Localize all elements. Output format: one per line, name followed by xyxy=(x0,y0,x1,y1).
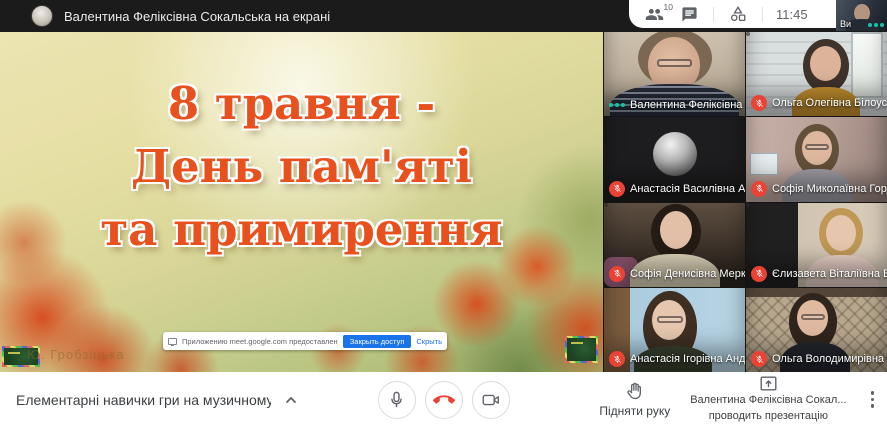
activities-icon xyxy=(729,5,747,23)
clock: 11:45 xyxy=(776,7,808,22)
presenting-caption: проводить презентацію xyxy=(709,410,828,423)
pill-divider xyxy=(762,7,763,22)
participant-badge: Анастасія Василівна Ан... xyxy=(609,181,745,197)
participant-tile[interactable]: Софія Миколаївна Горді... xyxy=(746,117,887,201)
mic-muted-icon xyxy=(613,355,622,364)
presenter-banner: Валентина Феліксівна Сокальська на екран… xyxy=(64,9,330,24)
slide-title: 8 травня - День пам'яті та примирення xyxy=(0,72,603,261)
video-thumbnail xyxy=(565,336,598,363)
mic-muted-icon xyxy=(755,184,764,193)
mic-muted-icon xyxy=(613,184,622,193)
end-call-icon xyxy=(433,389,455,411)
raise-hand-button[interactable]: Підняти руку xyxy=(599,381,670,418)
activities-button[interactable] xyxy=(727,3,749,25)
slide-title-line: та примирення xyxy=(0,198,603,261)
right-controls: Підняти руку Валентина Феліксівна Сокал.… xyxy=(599,372,878,427)
participant-tile[interactable]: Софія Денисівна Мерку... xyxy=(604,203,745,287)
participant-badge: Софія Миколаївна Горді... xyxy=(751,181,887,197)
meeting-title: Елементарні навички гри на музичному інс… xyxy=(16,392,271,408)
stop-sharing-button[interactable]: Закрыть доступ xyxy=(343,335,412,348)
meet-window: Валентина Феліксівна Сокальська на екран… xyxy=(0,0,887,427)
pill-divider xyxy=(713,7,714,22)
mic-icon xyxy=(387,390,406,409)
participant-tile[interactable]: Валентина Феліксівна С... xyxy=(604,32,745,116)
participant-tile[interactable]: Ольга Олегівна Білоус xyxy=(746,32,887,116)
more-options-button[interactable] xyxy=(867,387,879,412)
mic-toggle-button[interactable] xyxy=(378,381,416,419)
meeting-details-button[interactable]: Елементарні навички гри на музичному інс… xyxy=(16,372,297,427)
participant-tile[interactable]: Анастасія Василівна Ан... xyxy=(604,117,745,201)
call-controls xyxy=(378,381,510,419)
participant-name: Анастасія Ігорівна Андр... xyxy=(630,353,745,365)
mic-muted-icon xyxy=(755,269,764,278)
participant-tile[interactable]: Ольга Володимирівна Н... xyxy=(746,288,887,372)
participant-badge: Ольга Володимирівна Н... xyxy=(751,351,887,367)
slide-title-line: День пам'яті xyxy=(0,135,603,198)
speaking-indicator-icon xyxy=(868,23,884,27)
more-vert-icon xyxy=(871,391,875,395)
self-label: Ви xyxy=(840,19,851,29)
participant-badge: Валентина Феліксівна С... xyxy=(609,99,745,111)
presenting-status-button[interactable]: Валентина Феліксівна Сокал... проводить … xyxy=(690,376,846,423)
camera-toggle-button[interactable] xyxy=(472,381,510,419)
speaking-indicator-icon xyxy=(609,103,625,107)
participant-name: Валентина Феліксівна С... xyxy=(630,99,745,111)
participant-badge: Софія Денисівна Мерку... xyxy=(609,266,745,282)
bottom-bar: Елементарні навички гри на музичному інс… xyxy=(0,372,887,427)
watermark: Ю. Гробзіцька xyxy=(27,347,125,362)
participants-button[interactable]: 10 xyxy=(643,3,665,25)
mic-muted-icon xyxy=(755,99,764,108)
presenting-name: Валентина Феліксівна Сокал... xyxy=(690,394,846,407)
participant-name: Анастасія Василівна Ан... xyxy=(630,183,745,195)
hide-banner-link[interactable]: Скрыть xyxy=(416,337,442,346)
participant-badge: Єлизавета Віталіївна Бі... xyxy=(751,266,887,282)
chat-button[interactable] xyxy=(678,3,700,25)
shared-screen: 8 травня - День пам'яті та примирення Ю.… xyxy=(0,32,603,372)
meeting-status-pill: 10 11:45 xyxy=(629,0,837,28)
participant-name: Єлизавета Віталіївна Бі... xyxy=(772,268,887,280)
participant-name: Софія Денисівна Мерку... xyxy=(630,268,745,280)
chevron-up-icon[interactable] xyxy=(285,396,297,404)
chat-icon xyxy=(681,6,698,23)
camera-icon xyxy=(481,390,501,410)
participant-name: Ольга Олегівна Білоус xyxy=(772,97,887,109)
mic-muted-icon xyxy=(613,269,622,278)
end-call-button[interactable] xyxy=(425,381,463,419)
presenter-avatar xyxy=(31,5,53,27)
people-icon xyxy=(645,5,664,24)
slide-title-line: 8 травня - xyxy=(0,72,603,135)
mic-muted-icon xyxy=(755,355,764,364)
participant-name: Ольга Володимирівна Н... xyxy=(772,353,887,365)
screen-share-banner: Приложению meet.google.com предоставлен … xyxy=(163,332,447,350)
participant-badge: Ольга Олегівна Білоус xyxy=(751,95,887,111)
monitor-icon xyxy=(168,338,177,345)
present-icon xyxy=(760,376,777,391)
raise-hand-label: Підняти руку xyxy=(599,404,670,418)
raise-hand-icon xyxy=(625,381,645,401)
participant-tile[interactable]: Єлизавета Віталіївна Бі... xyxy=(746,203,887,287)
participants-count: 10 xyxy=(664,2,673,12)
participant-name: Софія Миколаївна Горді... xyxy=(772,183,887,195)
participant-badge: Анастасія Ігорівна Андр... xyxy=(609,351,745,367)
avatar xyxy=(653,132,697,176)
share-banner-message: Приложению meet.google.com предоставлен … xyxy=(182,337,338,346)
participant-tile[interactable]: Анастасія Ігорівна Андр... xyxy=(604,288,745,372)
participant-grid: Валентина Феліксівна С... Ольга Олегівна … xyxy=(604,32,887,372)
self-view-tile[interactable]: Ви xyxy=(836,0,887,31)
